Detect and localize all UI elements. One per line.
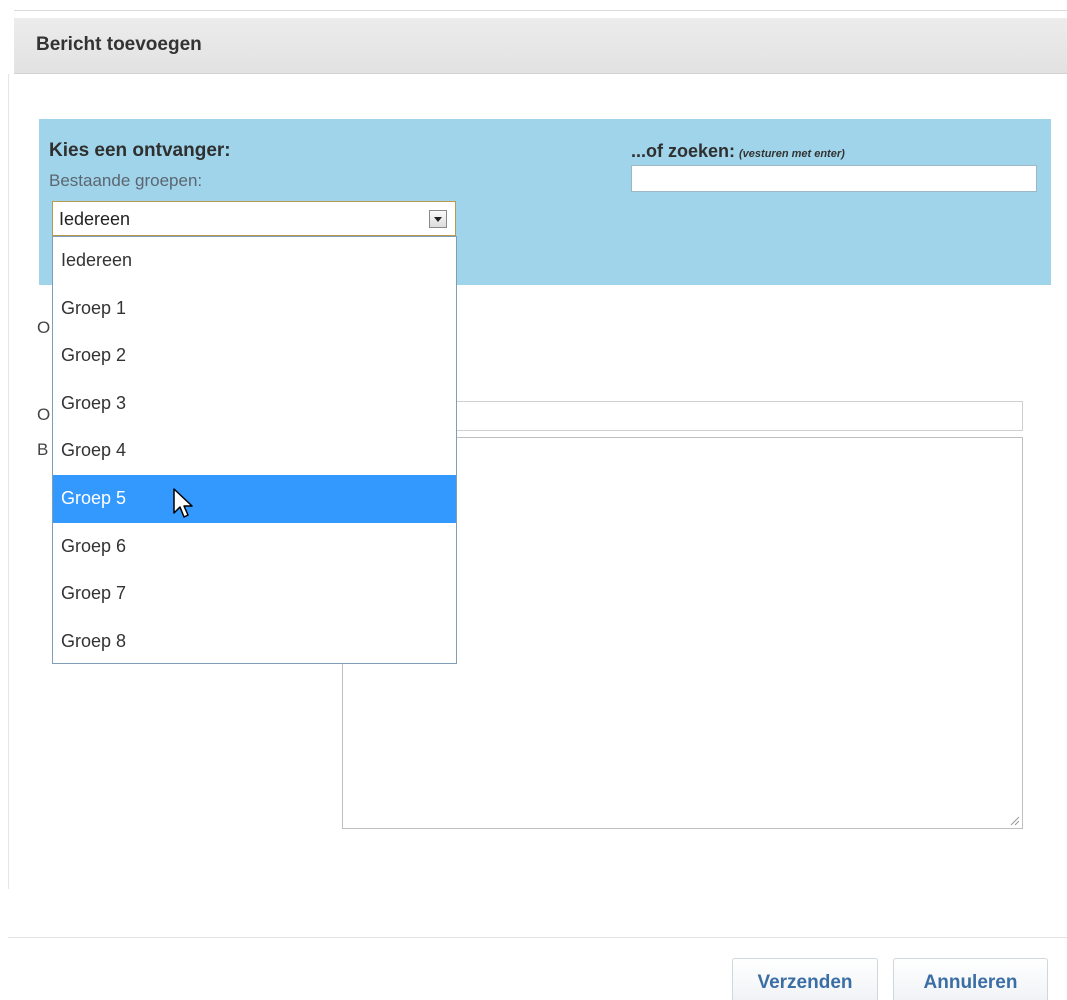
dialog-title: Bericht toevoegen (36, 34, 202, 55)
footer-divider (8, 937, 1067, 938)
group-select[interactable]: Iedereen (52, 201, 456, 236)
send-button[interactable]: Verzenden (732, 958, 878, 1000)
dropdown-option-groep-5[interactable]: Groep 5 (53, 474, 456, 523)
dropdown-option-groep-7[interactable]: Groep 7 (53, 570, 456, 618)
search-hint: (vesturen met enter) (739, 148, 845, 160)
cancel-button[interactable]: Annuleren (893, 958, 1048, 1000)
partially-hidden-label: B (37, 440, 49, 459)
chevron-down-icon[interactable] (429, 210, 447, 228)
dropdown-option-groep-2[interactable]: Groep 2 (53, 332, 456, 380)
search-input[interactable] (631, 165, 1037, 192)
dropdown-option-groep-8[interactable]: Groep 8 (53, 618, 456, 666)
group-dropdown-list: Iedereen Groep 1 Groep 2 Groep 3 Groep 4… (52, 236, 457, 664)
dropdown-option-groep-4[interactable]: Groep 4 (53, 427, 456, 475)
dropdown-option-groep-6[interactable]: Groep 6 (53, 523, 456, 571)
partially-hidden-label: O (37, 405, 51, 424)
dialog-left-edge (8, 74, 9, 889)
resize-grip-icon[interactable] (1008, 814, 1020, 826)
group-select-value: Iedereen (59, 209, 131, 229)
search-label: ...of zoeken: (vesturen met enter) (631, 141, 845, 162)
top-border (14, 10, 1067, 11)
choose-recipient-label: Kies een ontvanger: (49, 140, 231, 161)
dropdown-option-groep-3[interactable]: Groep 3 (53, 380, 456, 428)
existing-groups-label: Bestaande groepen: (49, 171, 203, 190)
search-label-text: ...of zoeken: (631, 141, 736, 161)
dropdown-option-iedereen[interactable]: Iedereen (53, 237, 456, 285)
dialog-header: Bericht toevoegen (14, 18, 1067, 74)
partially-hidden-label: O (37, 318, 51, 337)
mouse-pointer-icon (173, 488, 193, 518)
dropdown-option-groep-1[interactable]: Groep 1 (53, 285, 456, 333)
